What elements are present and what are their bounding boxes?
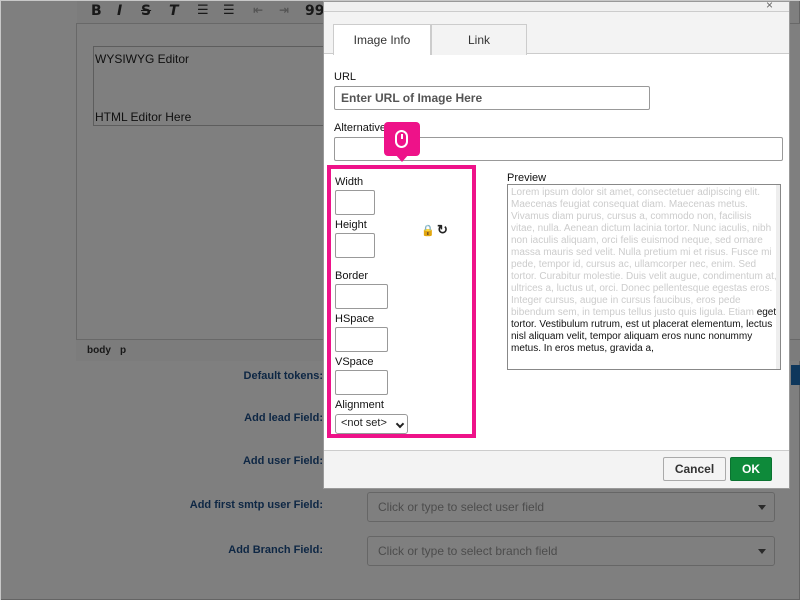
preview-label: Preview [507, 172, 547, 184]
preview-text-gray: Lorem ipsum dolor sit amet, consectetuer… [511, 187, 777, 318]
url-label: URL [334, 71, 357, 83]
preview-scrollbar[interactable] [776, 185, 780, 369]
click-hint-badge [384, 122, 420, 156]
close-icon[interactable]: × [766, 0, 773, 12]
url-input[interactable]: Enter URL of Image Here [334, 86, 650, 110]
mouse-wheel-icon [401, 134, 403, 139]
ok-button[interactable]: OK [730, 457, 772, 481]
highlight-box [327, 165, 476, 438]
tab-image-info[interactable]: Image Info [333, 24, 431, 55]
tab-link[interactable]: Link [431, 24, 527, 55]
image-preview[interactable]: Lorem ipsum dolor sit amet, consectetuer… [507, 184, 781, 370]
alt-label: Alternative [334, 122, 386, 134]
dialog-tabs: Image Info Link [324, 12, 789, 55]
mouse-icon [395, 130, 408, 148]
image-properties-dialog: × Image Info Link URL Enter URL of Image… [323, 0, 790, 489]
page-frame: B I S T ☰ ☰ ⇤ ⇥ 99 WYSIWYG Editor HTML E… [0, 0, 800, 600]
dialog-title-bar[interactable] [324, 2, 789, 12]
dialog-footer: Cancel OK [324, 450, 789, 488]
click-hint-pointer [395, 154, 409, 162]
cancel-button[interactable]: Cancel [663, 457, 726, 481]
